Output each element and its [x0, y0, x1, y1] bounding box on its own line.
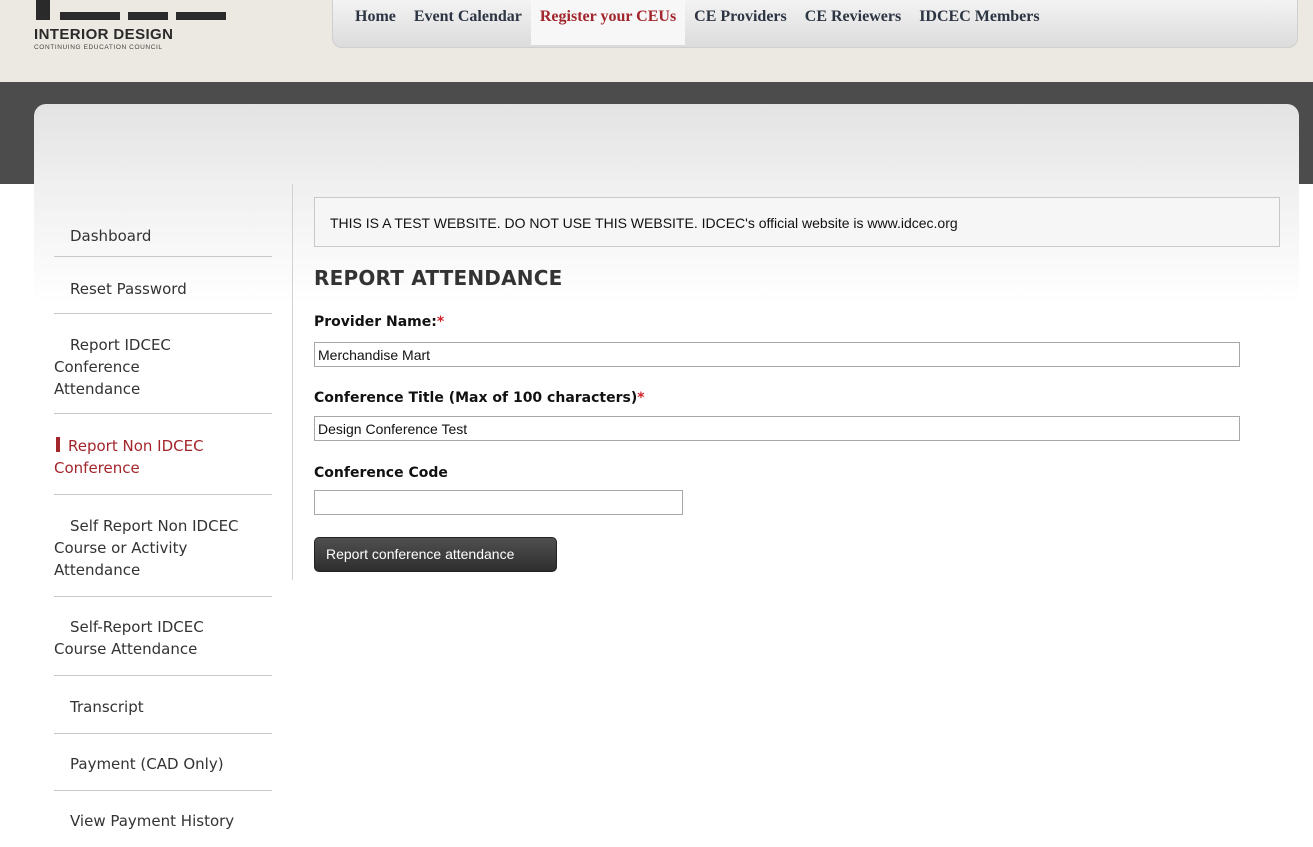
sidebar-item-report-non-idcec-conference[interactable]: Report Non IDCEC Conference	[54, 414, 272, 495]
nav-event-calendar[interactable]: Event Calendar	[405, 0, 531, 45]
conference-title-input[interactable]	[314, 416, 1240, 441]
sidebar-item-payment[interactable]: Payment (CAD Only)	[54, 734, 272, 791]
sidebar-item-self-report-idcec-course[interactable]: Self-Report IDCEC Course Attendance	[54, 597, 272, 676]
nav-idcec-members[interactable]: IDCEC Members	[910, 0, 1048, 45]
conference-title-label: Conference Title (Max of 100 characters)…	[314, 390, 645, 406]
report-attendance-button[interactable]: Report conference attendance	[314, 537, 557, 572]
sidebar-item-label: Reset Password	[70, 280, 187, 298]
sidebar-item-payment-history[interactable]: View Payment History	[54, 791, 272, 847]
provider-name-label: Provider Name:*	[314, 314, 444, 330]
sidebar-item-dashboard[interactable]: Dashboard	[54, 204, 272, 257]
label-text: Provider Name:	[314, 314, 437, 330]
sidebar-menu: Dashboard Reset Password Report IDCEC Co…	[54, 204, 272, 847]
nav-home[interactable]: Home	[346, 0, 405, 45]
logo-mark	[36, 0, 226, 20]
main-nav: Home Event Calendar Register your CEUs C…	[332, 0, 1298, 48]
conference-code-input[interactable]	[314, 490, 683, 515]
sidebar-item-transcript[interactable]: Transcript	[54, 676, 272, 734]
brand-name: INTERIOR DESIGN	[34, 26, 174, 43]
sidebar-item-label: Report Non IDCEC Conference	[54, 437, 204, 477]
sidebar-item-label: Self Report Non IDCEC Course or Activity…	[54, 517, 239, 579]
test-site-notice: THIS IS A TEST WEBSITE. DO NOT USE THIS …	[314, 197, 1280, 247]
label-text: Conference Code	[314, 465, 448, 481]
sidebar-item-label: Self-Report IDCEC Course Attendance	[54, 618, 204, 658]
sidebar-item-report-idcec-conference[interactable]: Report IDCEC Conference Attendance	[54, 314, 272, 414]
label-text: Conference Title (Max of 100 characters)	[314, 390, 638, 406]
sidebar-item-label: Payment (CAD Only)	[70, 755, 224, 773]
active-indicator	[56, 437, 60, 452]
nav-ce-reviewers[interactable]: CE Reviewers	[796, 0, 910, 45]
sidebar-item-label: Report IDCEC Conference Attendance	[54, 336, 171, 398]
nav-register-ceus[interactable]: Register your CEUs	[530, 0, 686, 45]
page-title: REPORT ATTENDANCE	[314, 266, 563, 290]
sidebar-item-label: Transcript	[70, 698, 144, 716]
nav-ce-providers[interactable]: CE Providers	[685, 0, 796, 45]
brand-tagline: CONTINUING EDUCATION COUNCIL	[34, 44, 163, 51]
provider-name-input[interactable]	[314, 342, 1240, 367]
sidebar-item-label: Dashboard	[70, 227, 152, 245]
required-asterisk: *	[637, 390, 645, 406]
required-asterisk: *	[436, 314, 445, 330]
conference-code-label: Conference Code	[314, 465, 448, 481]
sidebar-item-label: View Payment History	[70, 812, 235, 830]
sidebar-item-self-report-non-idcec[interactable]: Self Report Non IDCEC Course or Activity…	[54, 495, 272, 597]
site-logo[interactable]: INTERIOR DESIGN CONTINUING EDUCATION COU…	[34, 0, 234, 60]
sidebar-divider	[292, 184, 293, 580]
sidebar-item-reset-password[interactable]: Reset Password	[54, 257, 272, 314]
